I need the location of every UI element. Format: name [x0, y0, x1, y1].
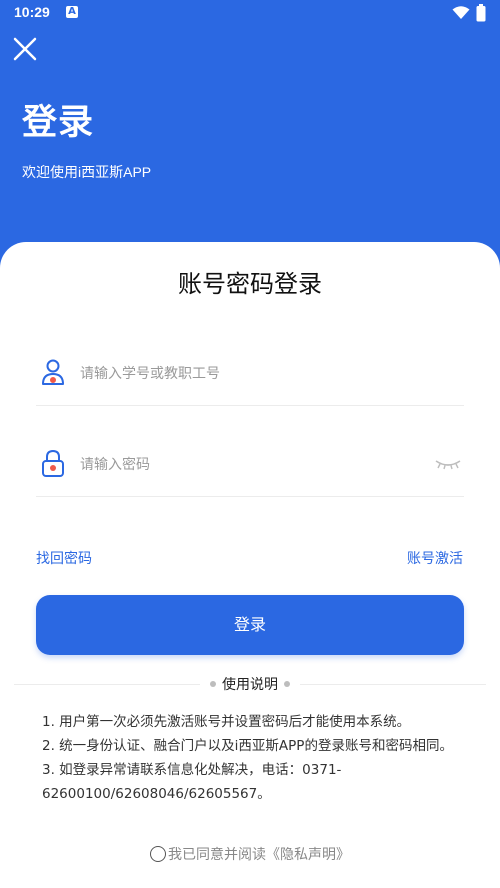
wifi-icon: [452, 6, 470, 19]
usage-heading: 使用说明: [200, 674, 300, 694]
username-input[interactable]: 请输入学号或教职工号: [80, 363, 220, 383]
notification-icon: A: [66, 6, 78, 18]
usage-note: 3. 如登录异常请联系信息化处解决，电话：0371-62600100/62608…: [42, 762, 342, 802]
status-time: 10:29: [14, 4, 50, 20]
activate-account-link[interactable]: 账号激活: [407, 548, 463, 568]
dot-icon: [210, 681, 216, 687]
usage-note: 1. 用户第一次必须先激活账号并设置密码后才能使用本系统。: [42, 714, 411, 730]
card-title: 账号密码登录: [178, 270, 322, 298]
page-title: 登录: [22, 103, 95, 143]
battery-icon: [476, 4, 486, 22]
user-icon: [42, 359, 64, 385]
page-subtitle: 欢迎使用i西亚斯APP: [22, 164, 152, 180]
password-input[interactable]: 请输入密码: [80, 454, 150, 474]
password-field[interactable]: 请输入密码: [36, 436, 464, 497]
eye-closed-icon[interactable]: [434, 458, 462, 470]
lock-icon: [42, 449, 64, 477]
login-button[interactable]: 登录: [36, 595, 464, 655]
forgot-password-link[interactable]: 找回密码: [36, 548, 92, 568]
usage-heading-text: 使用说明: [222, 677, 278, 693]
dot-icon: [284, 681, 290, 687]
privacy-agreement: 我已同意并阅读《隐私声明》: [0, 844, 500, 864]
status-bar: 10:29 A: [0, 0, 500, 26]
agree-checkbox[interactable]: [150, 846, 166, 862]
privacy-link[interactable]: 《隐私声明》: [266, 847, 350, 863]
close-icon[interactable]: [12, 36, 38, 62]
username-field[interactable]: 请输入学号或教职工号: [36, 345, 464, 406]
usage-notes: 1. 用户第一次必须先激活账号并设置密码后才能使用本系统。 2. 统一身份认证、…: [42, 710, 462, 806]
agreement-text: 我已同意并阅读: [168, 847, 266, 863]
usage-note: 2. 统一身份认证、融合门户以及i西亚斯APP的登录账号和密码相同。: [42, 738, 453, 754]
